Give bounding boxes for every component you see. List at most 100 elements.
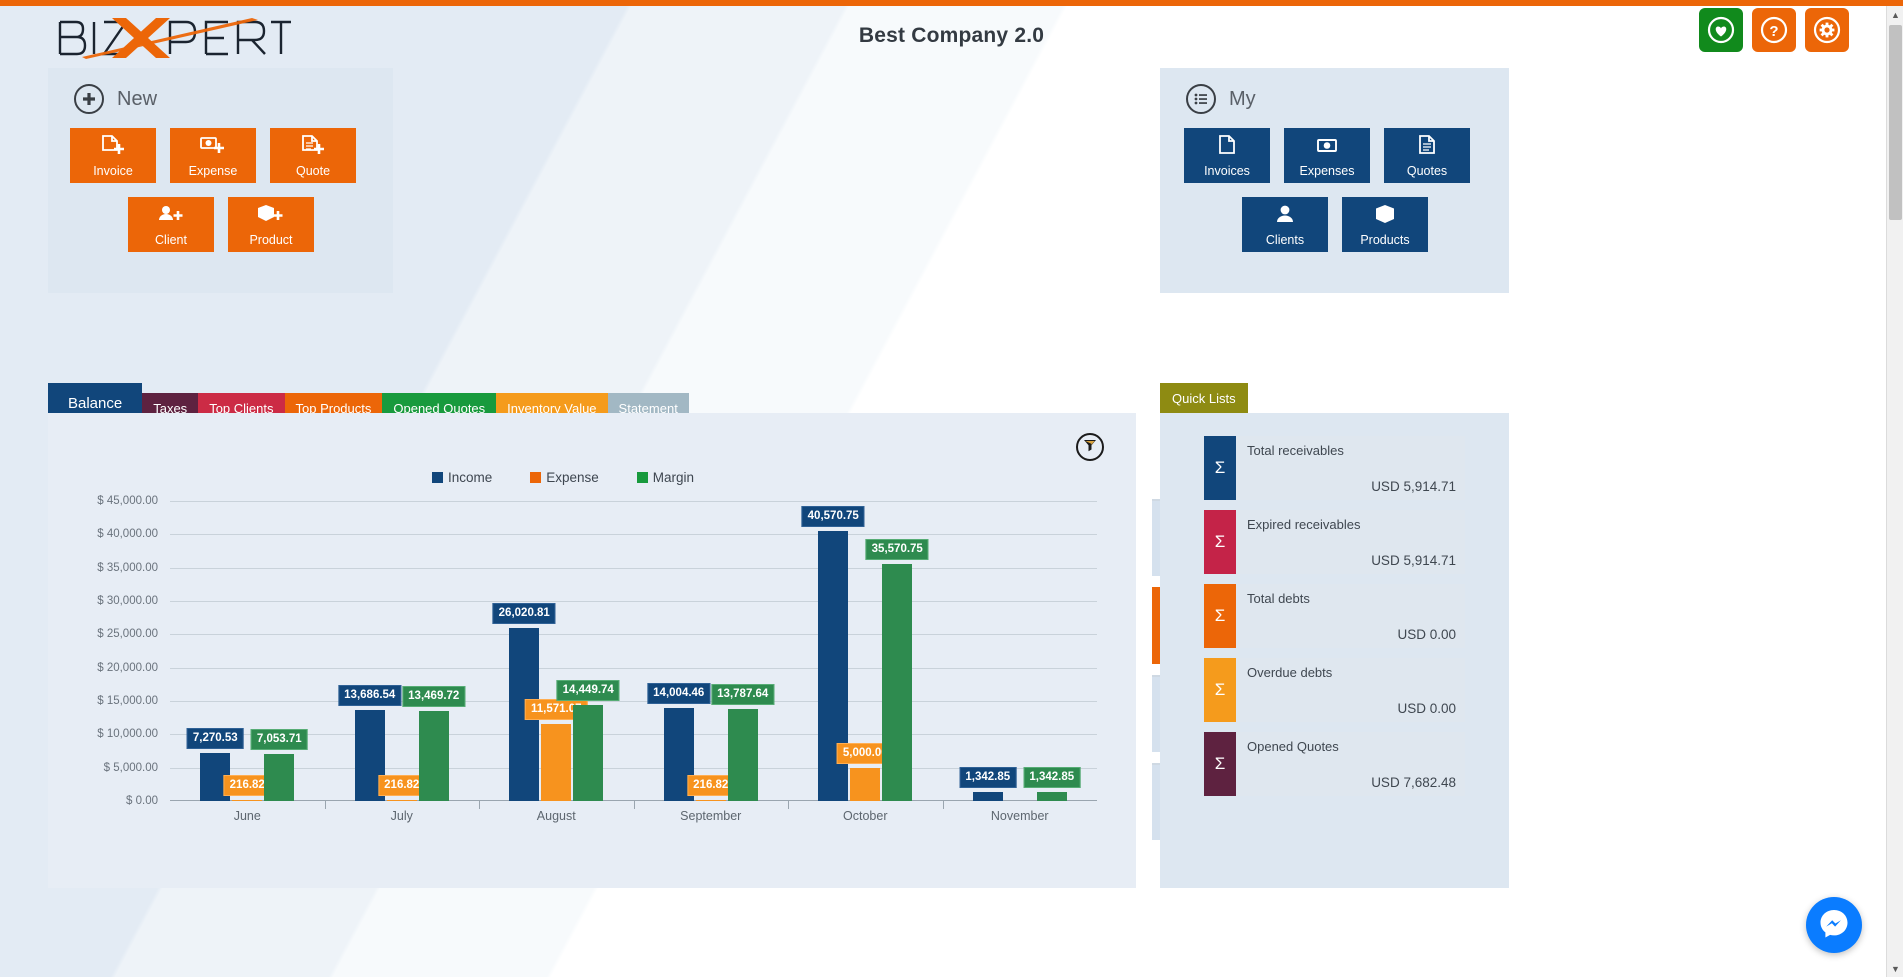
quick-list-title: Expired receivables — [1247, 517, 1456, 532]
bar-value-label: 1,342.85 — [1023, 767, 1080, 788]
bar-value-label: 14,449.74 — [557, 680, 620, 701]
new-invoice-button[interactable]: Invoice — [70, 128, 156, 183]
my-expenses-button[interactable]: Expenses — [1284, 128, 1370, 183]
legend-item-expense: Expense — [530, 470, 599, 485]
messenger-chat-button[interactable] — [1806, 897, 1862, 953]
legend-swatch-income — [432, 472, 443, 483]
quick-list-amount: USD 5,914.71 — [1371, 479, 1456, 494]
header-actions: ? — [1699, 8, 1849, 52]
new-expense-label: Expense — [189, 165, 238, 178]
help-button[interactable]: ? — [1752, 8, 1796, 52]
messenger-icon — [1817, 906, 1851, 945]
chart-legend: Income Expense Margin — [48, 470, 1078, 485]
new-tiles-row-2: Client Product — [70, 197, 393, 252]
bar-expense[interactable] — [696, 800, 726, 801]
quick-list-body: Overdue debts USD 0.00 — [1236, 658, 1465, 722]
chart-bar-group: 7,270.53216.827,053.71 — [170, 501, 325, 801]
legend-item-income: Income — [432, 470, 492, 485]
bar-value-label: 7,053.71 — [251, 729, 308, 750]
new-expense-button[interactable]: Expense — [170, 128, 256, 183]
tab-balance-label: Balance — [68, 395, 122, 412]
my-invoices-button[interactable]: Invoices — [1184, 128, 1270, 183]
bar-expense[interactable] — [541, 724, 571, 801]
x-tick-label: July — [325, 809, 480, 823]
quick-list-item[interactable]: Σ Opened Quotes USD 7,682.48 — [1204, 732, 1465, 796]
category-tick — [325, 800, 326, 809]
my-expenses-label: Expenses — [1300, 165, 1355, 178]
quick-list-title: Opened Quotes — [1247, 739, 1456, 754]
app-header: Best Company 2.0 ? — [0, 6, 1903, 68]
quick-list-title: Total receivables — [1247, 443, 1456, 458]
bar-margin[interactable] — [728, 709, 758, 801]
my-panel-title: My — [1229, 88, 1256, 111]
quick-list-amount: USD 0.00 — [1397, 701, 1456, 716]
my-products-button[interactable]: Products — [1342, 197, 1428, 252]
tab-quick-lists-label: Quick Lists — [1172, 391, 1236, 406]
bar-expense[interactable] — [387, 800, 417, 801]
quick-list-item[interactable]: ΣTotal receivablesUSD 5,914.71 — [1204, 436, 1465, 500]
box-plus-icon — [257, 203, 285, 232]
quick-list-title: Overdue debts — [1247, 665, 1456, 680]
favorites-button[interactable] — [1699, 8, 1743, 52]
bar-wrapper: 7,270.53 — [200, 501, 230, 801]
new-product-button[interactable]: Product — [228, 197, 314, 252]
new-quote-button[interactable]: Quote — [270, 128, 356, 183]
scroll-up-arrow[interactable]: ▲ — [1887, 6, 1903, 23]
y-tick-label: $ 20,000.00 — [97, 662, 158, 674]
my-panel-header: My — [1160, 68, 1509, 114]
list-circle-icon — [1186, 84, 1216, 114]
sigma-icon: Σ — [1204, 732, 1236, 796]
page-scrollbar[interactable]: ▲ ▼ — [1886, 6, 1903, 977]
bar-wrapper: 7,053.71 — [264, 501, 294, 801]
quick-list-item[interactable]: ΣOverdue debtsUSD 0.00 — [1204, 658, 1465, 722]
bar-margin[interactable] — [882, 564, 912, 801]
scroll-down-arrow[interactable]: ▼ — [1887, 960, 1903, 977]
sigma-icon: Σ — [1204, 584, 1236, 648]
quick-list-amount: USD 0.00 — [1397, 627, 1456, 642]
money-icon — [1315, 134, 1339, 163]
bar-margin[interactable] — [1037, 792, 1067, 801]
y-tick-label: $ 45,000.00 — [97, 495, 158, 507]
new-panel-header: New — [48, 68, 393, 114]
y-tick-label: $ 0.00 — [126, 795, 158, 807]
new-client-label: Client — [155, 234, 187, 247]
my-quotes-button[interactable]: Quotes — [1384, 128, 1470, 183]
y-tick-label: $ 35,000.00 — [97, 562, 158, 574]
quick-list-item[interactable]: ΣExpired receivablesUSD 5,914.71 — [1204, 510, 1465, 574]
bar-income[interactable] — [973, 792, 1003, 801]
settings-button[interactable] — [1805, 8, 1849, 52]
bar-wrapper: 216.82 — [696, 501, 726, 801]
legend-label-expense: Expense — [546, 470, 599, 485]
tab-quick-lists[interactable]: Quick Lists — [1160, 383, 1248, 413]
quick-list-amount: USD 7,682.48 — [1371, 775, 1456, 790]
new-panel: New Invoice Expense Quote — [48, 68, 393, 293]
bar-wrapper: 26,020.81 — [509, 501, 539, 801]
chart-plot-area: $ 0.00$ 5,000.00$ 10,000.00$ 15,000.00$ … — [72, 501, 1102, 801]
my-tiles-row-1: Invoices Expenses Quotes — [1184, 128, 1509, 183]
money-plus-icon — [199, 134, 227, 163]
x-tick-label: October — [788, 809, 943, 823]
filter-button[interactable] — [1076, 433, 1104, 461]
quick-list-item[interactable]: ΣTotal debtsUSD 0.00 — [1204, 584, 1465, 648]
document-icon — [1216, 134, 1238, 163]
chart-bar-group: 14,004.46216.8213,787.64 — [634, 501, 789, 801]
bar-wrapper: 13,686.54 — [355, 501, 385, 801]
bar-margin[interactable] — [573, 705, 603, 801]
bar-margin[interactable] — [419, 711, 449, 801]
balance-chart-panel: Income Expense Margin $ 0.00$ 5,000.00$ … — [48, 413, 1136, 888]
my-clients-button[interactable]: Clients — [1242, 197, 1328, 252]
bar-expense[interactable] — [232, 800, 262, 801]
y-tick-label: $ 30,000.00 — [97, 595, 158, 607]
scrollbar-thumb[interactable] — [1889, 25, 1902, 220]
bar-margin[interactable] — [264, 754, 294, 801]
bar-value-label: 13,469.72 — [402, 686, 465, 707]
new-client-button[interactable]: Client — [128, 197, 214, 252]
my-quotes-label: Quotes — [1407, 165, 1447, 178]
heart-icon — [1706, 15, 1736, 45]
chart-bar-group: 26,020.8111,571.0714,449.74 — [479, 501, 634, 801]
bar-wrapper: 35,570.75 — [882, 501, 912, 801]
my-panel: My Invoices Expenses Quotes — [1160, 68, 1509, 293]
bar-expense[interactable] — [850, 768, 880, 801]
user-plus-icon — [157, 203, 185, 232]
chart-x-axis-labels: JuneJulyAugustSeptemberOctoberNovember — [170, 809, 1097, 823]
